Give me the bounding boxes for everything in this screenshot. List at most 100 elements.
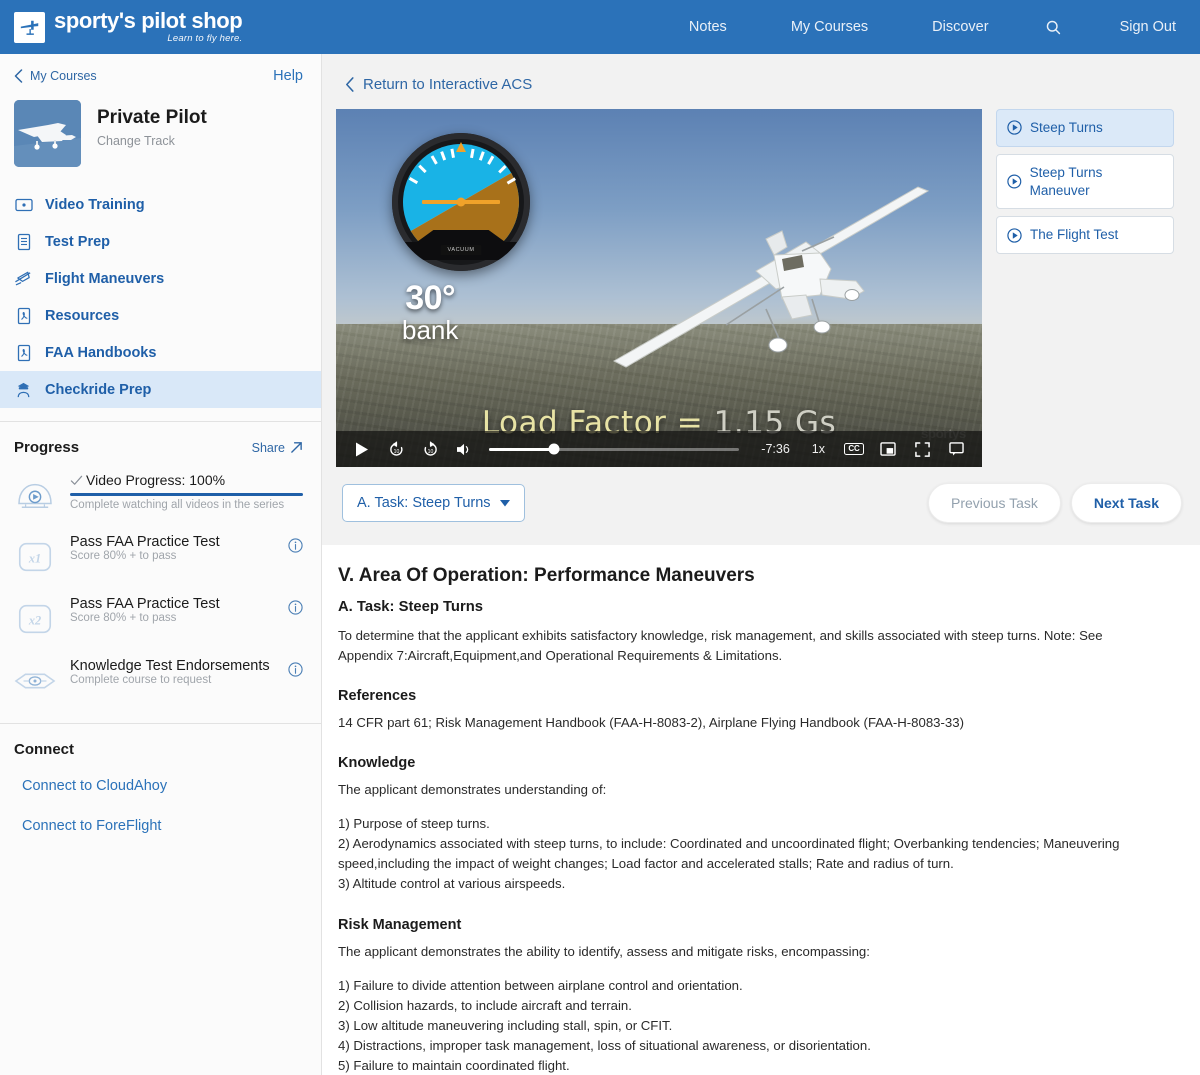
brand-tagline: Learn to fly here. [167, 33, 243, 45]
sidebar-item-label: Flight Maneuvers [45, 270, 165, 287]
svg-text:10: 10 [427, 448, 433, 454]
progress-item-label: Video Progress: 100% [86, 472, 226, 488]
time-remaining: -7:36 [761, 442, 790, 456]
sidebar-item-test-prep[interactable]: Test Prep [0, 223, 321, 260]
share-progress-button[interactable]: Share [252, 441, 303, 455]
change-track-link[interactable]: Change Track [97, 134, 207, 148]
nav-links: Notes My Courses Discover Sign Out [657, 19, 1176, 36]
main-content: Return to Interactive ACS VACUUM 30° ban… [322, 54, 1200, 1075]
check-icon [70, 475, 83, 485]
knowledge-intro: The applicant demonstrates understanding… [338, 782, 607, 798]
back-to-my-courses-link[interactable]: My Courses [14, 69, 97, 83]
references-heading: References [338, 688, 417, 705]
scrubber-track [489, 443, 740, 455]
nav-item-my-courses[interactable]: My Courses [759, 19, 900, 35]
sidebar-item-label: FAA Handbooks [45, 344, 157, 361]
sidebar-item-resources[interactable]: Resources [0, 297, 321, 334]
risk-management-items: 1) Failure to divide attention between a… [338, 977, 871, 1073]
playlist-item-steep-turns-maneuver[interactable]: Steep Turns Maneuver [996, 153, 1174, 210]
chevron-left-icon [14, 69, 23, 83]
sidebar-item-flight-maneuvers[interactable]: Flight Maneuvers [0, 260, 321, 297]
fullscreen-button[interactable] [905, 431, 939, 467]
progress-item-title: Pass FAA Practice Test [70, 534, 220, 550]
sidebar-item-checkride-prep[interactable]: Checkride Prep [0, 371, 321, 408]
chevron-down-icon [499, 499, 510, 506]
volume-button[interactable] [447, 431, 481, 467]
task-dropdown[interactable]: A. Task: Steep Turns [342, 484, 525, 522]
scrubber-handle[interactable] [548, 443, 560, 455]
gauge-center-dot [456, 197, 466, 207]
task-heading: A. Task: Steep Turns [338, 599, 483, 615]
captions-button[interactable]: CC [837, 431, 871, 467]
info-icon[interactable] [288, 662, 303, 682]
nav-item-notes[interactable]: Notes [657, 19, 759, 35]
progress-item-practice-test-1[interactable]: x1 Pass FAA Practice Test Score 80% + to… [0, 524, 321, 586]
bank-degrees: 30° [405, 279, 456, 317]
info-icon[interactable] [288, 538, 303, 558]
chevron-left-icon [346, 77, 354, 92]
search-icon[interactable] [1021, 19, 1086, 36]
previous-task-button[interactable]: Previous Task [927, 483, 1061, 523]
sidebar-item-video-training[interactable]: Video Training [0, 186, 321, 223]
connect-links: Connect to CloudAhoy Connect to ForeFlig… [0, 764, 321, 846]
progress-header: Progress Share [0, 422, 321, 462]
connect-title: Connect [14, 741, 74, 758]
pilot-cap-icon [14, 380, 33, 399]
video-playlist: Steep Turns Steep Turns Maneuver The Fli… [996, 109, 1174, 261]
help-link[interactable]: Help [273, 68, 303, 84]
risk-management-heading: Risk Management [338, 916, 462, 933]
nav-item-discover[interactable]: Discover [900, 19, 1020, 35]
x2-badge-icon: x2 [14, 598, 56, 640]
x1-badge-icon: x1 [14, 536, 56, 578]
bank-angle-overlay: 30° bank [402, 281, 458, 343]
connect-cloudahoy-link[interactable]: Connect to CloudAhoy [22, 766, 307, 806]
gauge-bank-pointer [456, 142, 466, 152]
progress-item-practice-test-2[interactable]: x2 Pass FAA Practice Test Score 80% + to… [0, 586, 321, 648]
bank-word: bank [402, 315, 459, 345]
play-circle-icon [1007, 174, 1022, 189]
attitude-indicator-gauge: VACUUM [392, 133, 530, 271]
info-icon[interactable] [288, 600, 303, 620]
progress-item-video[interactable]: Video Progress: 100% Complete watching a… [0, 462, 321, 524]
playlist-item-label: Steep Turns [1030, 120, 1103, 135]
connect-header: Connect [0, 724, 321, 764]
playlist-item-steep-turns[interactable]: Steep Turns [996, 109, 1174, 147]
progress-item-endorsements[interactable]: Knowledge Test Endorsements Complete cou… [0, 648, 321, 710]
progress-item-title: Pass FAA Practice Test [70, 596, 220, 612]
theater-mode-button[interactable] [939, 431, 973, 467]
acs-article: V. Area Of Operation: Performance Maneuv… [322, 545, 1200, 1075]
connect-foreflight-link[interactable]: Connect to ForeFlight [22, 806, 307, 846]
next-task-button[interactable]: Next Task [1070, 483, 1182, 523]
progress-bar [70, 493, 303, 496]
progress-item-subtitle: Score 80% + to pass [70, 550, 177, 562]
progress-title: Progress [14, 439, 80, 456]
svg-text:x1: x1 [28, 552, 41, 566]
video-icon [14, 195, 33, 214]
forward-10-button[interactable]: 10 [413, 431, 447, 467]
task-toolbar: A. Task: Steep Turns Previous Task Next … [336, 467, 1186, 523]
pdf-icon [14, 306, 33, 325]
risk-management-intro: The applicant demonstrates the ability t… [338, 943, 870, 959]
video-player[interactable]: VACUUM 30° bank Load Factor = 1.15 Gs 10… [336, 109, 982, 467]
picture-in-picture-button[interactable] [871, 431, 905, 467]
play-circle-icon [1007, 228, 1022, 243]
back-label: My Courses [30, 69, 97, 83]
sidebar-item-label: Video Training [45, 196, 145, 213]
svg-text:x2: x2 [28, 614, 41, 628]
course-thumbnail [14, 100, 81, 167]
return-to-interactive-acs-link[interactable]: Return to Interactive ACS [336, 72, 1186, 109]
page-shell: My Courses Help Private Pilot Change Tra… [0, 54, 1200, 1075]
task-dropdown-label: A. Task: Steep Turns [357, 495, 491, 511]
playlist-item-the-flight-test[interactable]: The Flight Test [996, 216, 1174, 255]
pdf-icon [14, 343, 33, 362]
nav-item-sign-out[interactable]: Sign Out [1086, 19, 1176, 35]
scrubber-fill [489, 447, 555, 451]
sidebar-item-faa-handbooks[interactable]: FAA Handbooks [0, 334, 321, 371]
document-icon [14, 232, 33, 251]
brand-logo[interactable]: sporty's pilot shop Learn to fly here. [14, 10, 243, 45]
progress-scrubber[interactable] [481, 431, 751, 467]
playback-speed-button[interactable]: 1x [800, 442, 837, 456]
rewind-10-button[interactable]: 10 [379, 431, 413, 467]
play-button[interactable] [345, 431, 379, 467]
sidebar-item-label: Resources [45, 307, 120, 324]
